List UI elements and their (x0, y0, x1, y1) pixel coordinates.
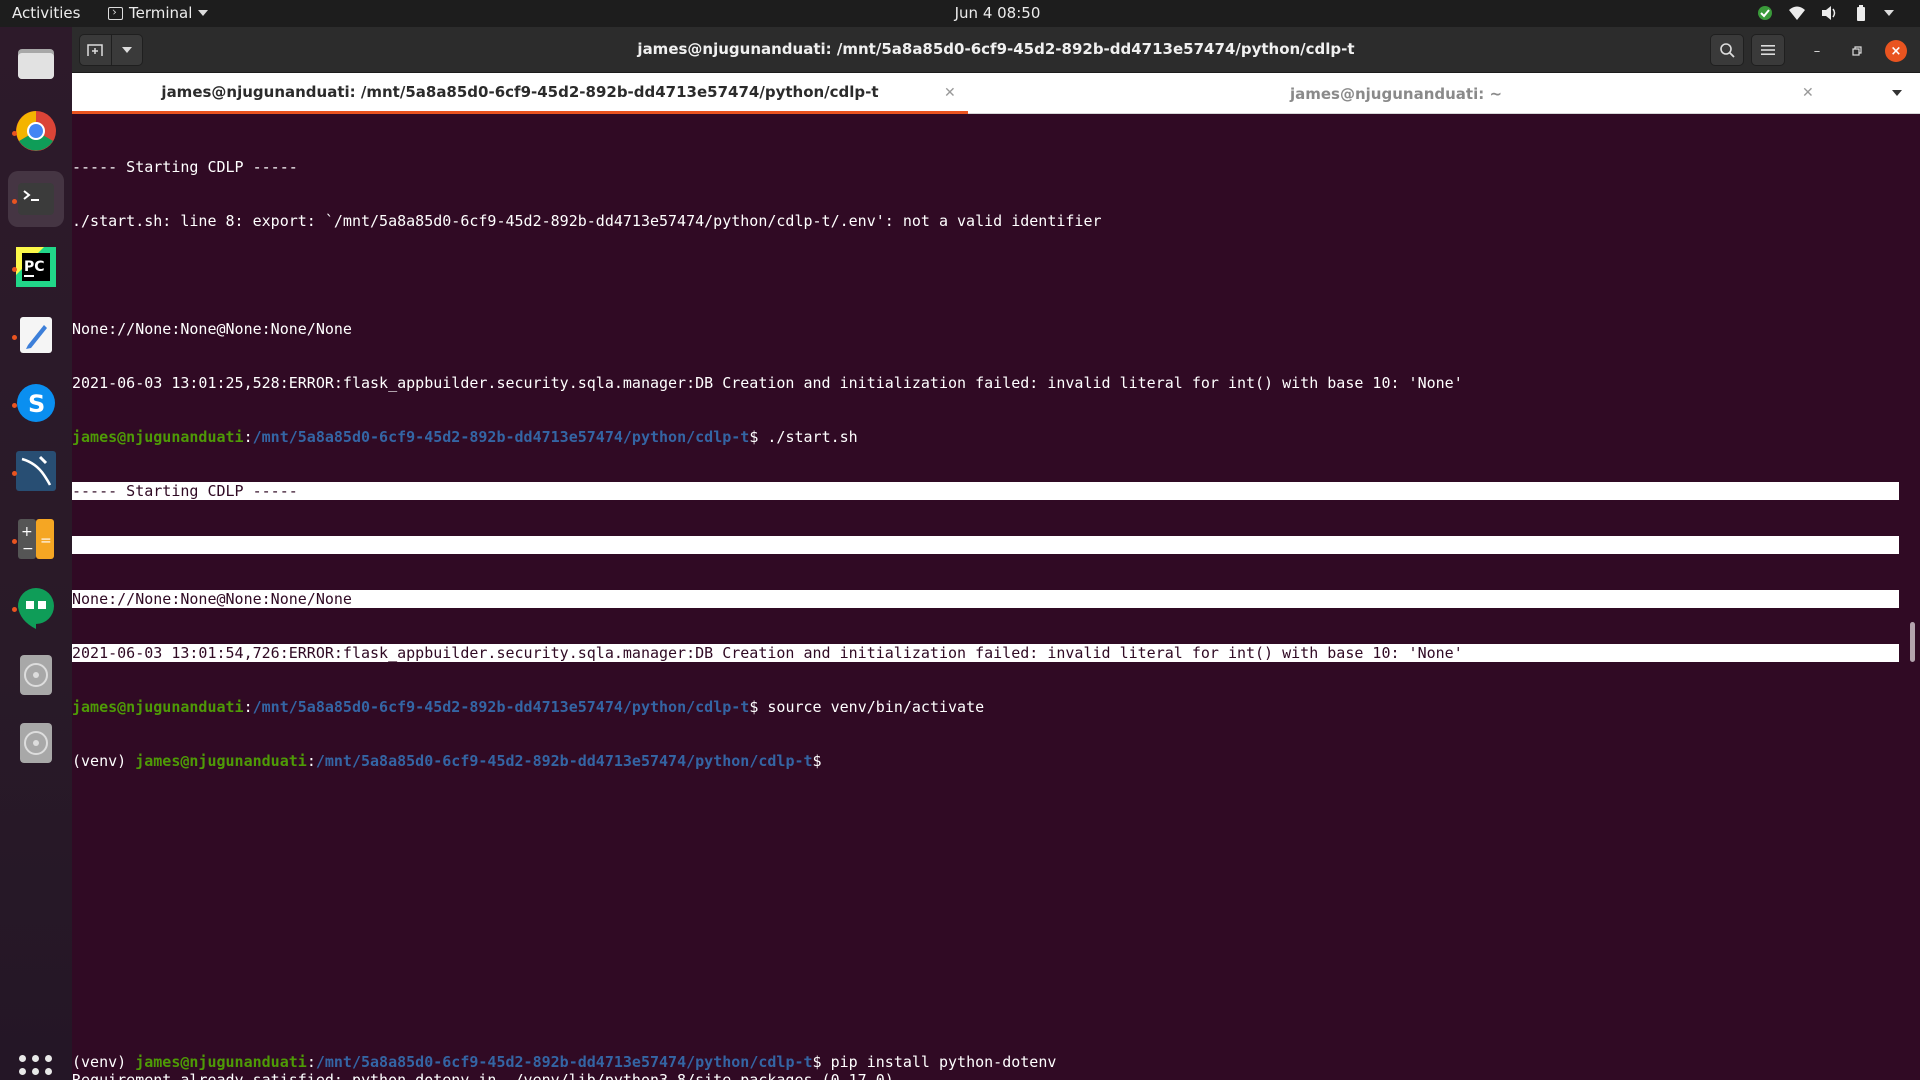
close-icon[interactable]: ✕ (944, 85, 956, 101)
prompt-line: james@njugunanduati:/mnt/5a8a85d0-6cf9-4… (72, 428, 858, 446)
selected-line: ----- Starting CDLP ----- (72, 482, 1899, 500)
pycharm-icon: PC (16, 247, 56, 287)
prompt-user: james@njugunanduati (135, 1053, 307, 1071)
output-line: 2021-06-03 13:01:25,528:ERROR:flask_appb… (72, 374, 1463, 392)
menu-button[interactable] (1751, 34, 1785, 66)
running-indicator (12, 539, 17, 544)
output-line: ./start.sh: line 8: export: `/mnt/5a8a85… (72, 212, 1102, 230)
dock-chrome[interactable] (8, 103, 64, 159)
terminal-output[interactable]: ----- Starting CDLP ----- ./start.sh: li… (72, 114, 1920, 1080)
running-indicator (12, 403, 17, 408)
files-icon (18, 49, 54, 79)
hangouts-icon (17, 588, 55, 629)
dock-text-editor[interactable] (8, 307, 64, 363)
window-title: james@njugunanduati: /mnt/5a8a85d0-6cf9-… (637, 40, 1355, 58)
svg-text:−: − (22, 541, 34, 557)
tab-label: james@njugunanduati: /mnt/5a8a85d0-6cf9-… (161, 83, 879, 101)
prompt-path: /mnt/5a8a85d0-6cf9-45d2-892b-dd4713e5747… (315, 752, 813, 770)
tab-list-chevron-down-icon[interactable] (1892, 90, 1902, 96)
calculator-icon: +− = (18, 519, 54, 559)
skype-icon: S (17, 384, 55, 422)
running-indicator (12, 131, 17, 136)
tab-label: james@njugunanduati: ~ (1289, 84, 1503, 103)
clock[interactable]: Jun 4 08:50 (0, 4, 1920, 22)
prompt-command: $ source venv/bin/activate (749, 698, 985, 716)
output-line: None://None:None@None:None/None (72, 320, 352, 338)
search-icon (1720, 43, 1735, 58)
wifi-icon[interactable] (1788, 4, 1806, 22)
prompt-path: /mnt/5a8a85d0-6cf9-45d2-892b-dd4713e5747… (252, 428, 750, 446)
svg-text:S: S (28, 390, 45, 418)
tab-home[interactable]: james@njugunanduati: ~ ✕ (968, 73, 1824, 114)
running-indicator (12, 267, 17, 272)
tab-cdlp-t[interactable]: james@njugunanduati: /mnt/5a8a85d0-6cf9-… (72, 73, 968, 114)
dock-skype[interactable]: S (8, 375, 64, 431)
dock-files[interactable] (8, 35, 64, 91)
prompt-command: $ (812, 752, 822, 770)
selected-line: 2021-06-03 13:01:54,726:ERROR:flask_appb… (72, 644, 1899, 662)
tab-bar: james@njugunanduati: /mnt/5a8a85d0-6cf9-… (72, 73, 1920, 114)
system-menu-icon[interactable] (1884, 10, 1894, 16)
dock-mysql-workbench[interactable] (8, 443, 64, 499)
terminal-window: james@njugunanduati: /mnt/5a8a85d0-6cf9-… (72, 27, 1920, 1080)
prompt-line: (venv) james@njugunanduati:/mnt/5a8a85d0… (72, 1053, 1057, 1071)
venv-indicator: (venv) (72, 752, 136, 770)
prompt-user: james@njugunanduati (135, 752, 307, 770)
header-bar: james@njugunanduati: /mnt/5a8a85d0-6cf9-… (72, 27, 1920, 73)
system-tray[interactable] (1756, 4, 1894, 22)
dock-calculator[interactable]: + − = (8, 511, 64, 567)
close-button[interactable]: × (1885, 40, 1907, 62)
venv-indicator: (venv) (72, 1053, 136, 1071)
prompt-command: $ pip install python-dotenv (812, 1053, 1057, 1071)
dock-hangouts[interactable] (8, 579, 64, 635)
close-icon: × (1890, 43, 1902, 59)
prompt-line: (venv) james@njugunanduati:/mnt/5a8a85d0… (72, 752, 822, 770)
prompt-line: james@njugunanduati:/mnt/5a8a85d0-6cf9-4… (72, 698, 985, 716)
text-editor-icon (20, 317, 52, 353)
prompt-path: /mnt/5a8a85d0-6cf9-45d2-892b-dd4713e5747… (252, 698, 750, 716)
terminal-icon (18, 183, 54, 215)
restore-icon (1852, 46, 1862, 56)
dock: PC S + − = (0, 27, 72, 1080)
search-button[interactable] (1710, 34, 1744, 66)
running-indicator (12, 335, 17, 340)
mysql-workbench-icon (16, 451, 56, 491)
prompt-user: james@njugunanduati (72, 428, 244, 446)
minimize-icon: – (1813, 43, 1821, 59)
selected-line (72, 536, 1899, 554)
output-line: ----- Starting CDLP ----- (72, 158, 298, 176)
hamburger-icon (1761, 45, 1775, 55)
dock-disc-1[interactable] (8, 647, 64, 703)
chrome-icon (16, 111, 56, 151)
disc-icon (20, 723, 52, 763)
running-indicator (12, 199, 17, 204)
selected-line: None://None:None@None:None/None (72, 590, 1899, 608)
dock-terminal[interactable] (8, 171, 64, 227)
volume-icon[interactable] (1820, 4, 1838, 22)
maximize-button[interactable] (1846, 40, 1868, 62)
minimize-button[interactable]: – (1806, 40, 1828, 62)
update-icon[interactable] (1756, 4, 1774, 22)
scrollbar[interactable] (1910, 622, 1915, 662)
svg-text:PC: PC (24, 259, 45, 275)
running-indicator (12, 607, 17, 612)
output-line: Requirement already satisfied: python-do… (72, 1071, 894, 1080)
close-icon[interactable]: ✕ (1802, 85, 1814, 101)
dock-disc-2[interactable] (8, 715, 64, 771)
prompt-command: $ ./start.sh (749, 428, 858, 446)
top-bar: Activities Terminal Jun 4 08:50 (0, 0, 1920, 27)
battery-icon[interactable] (1852, 4, 1870, 22)
show-applications-button[interactable] (19, 1055, 53, 1080)
dock-pycharm[interactable]: PC (8, 239, 64, 295)
running-indicator (12, 471, 17, 476)
prompt-user: james@njugunanduati (72, 698, 244, 716)
svg-text:=: = (40, 533, 52, 549)
disc-icon (20, 655, 52, 695)
prompt-path: /mnt/5a8a85d0-6cf9-45d2-892b-dd4713e5747… (315, 1053, 813, 1071)
svg-text:+: + (21, 524, 33, 540)
